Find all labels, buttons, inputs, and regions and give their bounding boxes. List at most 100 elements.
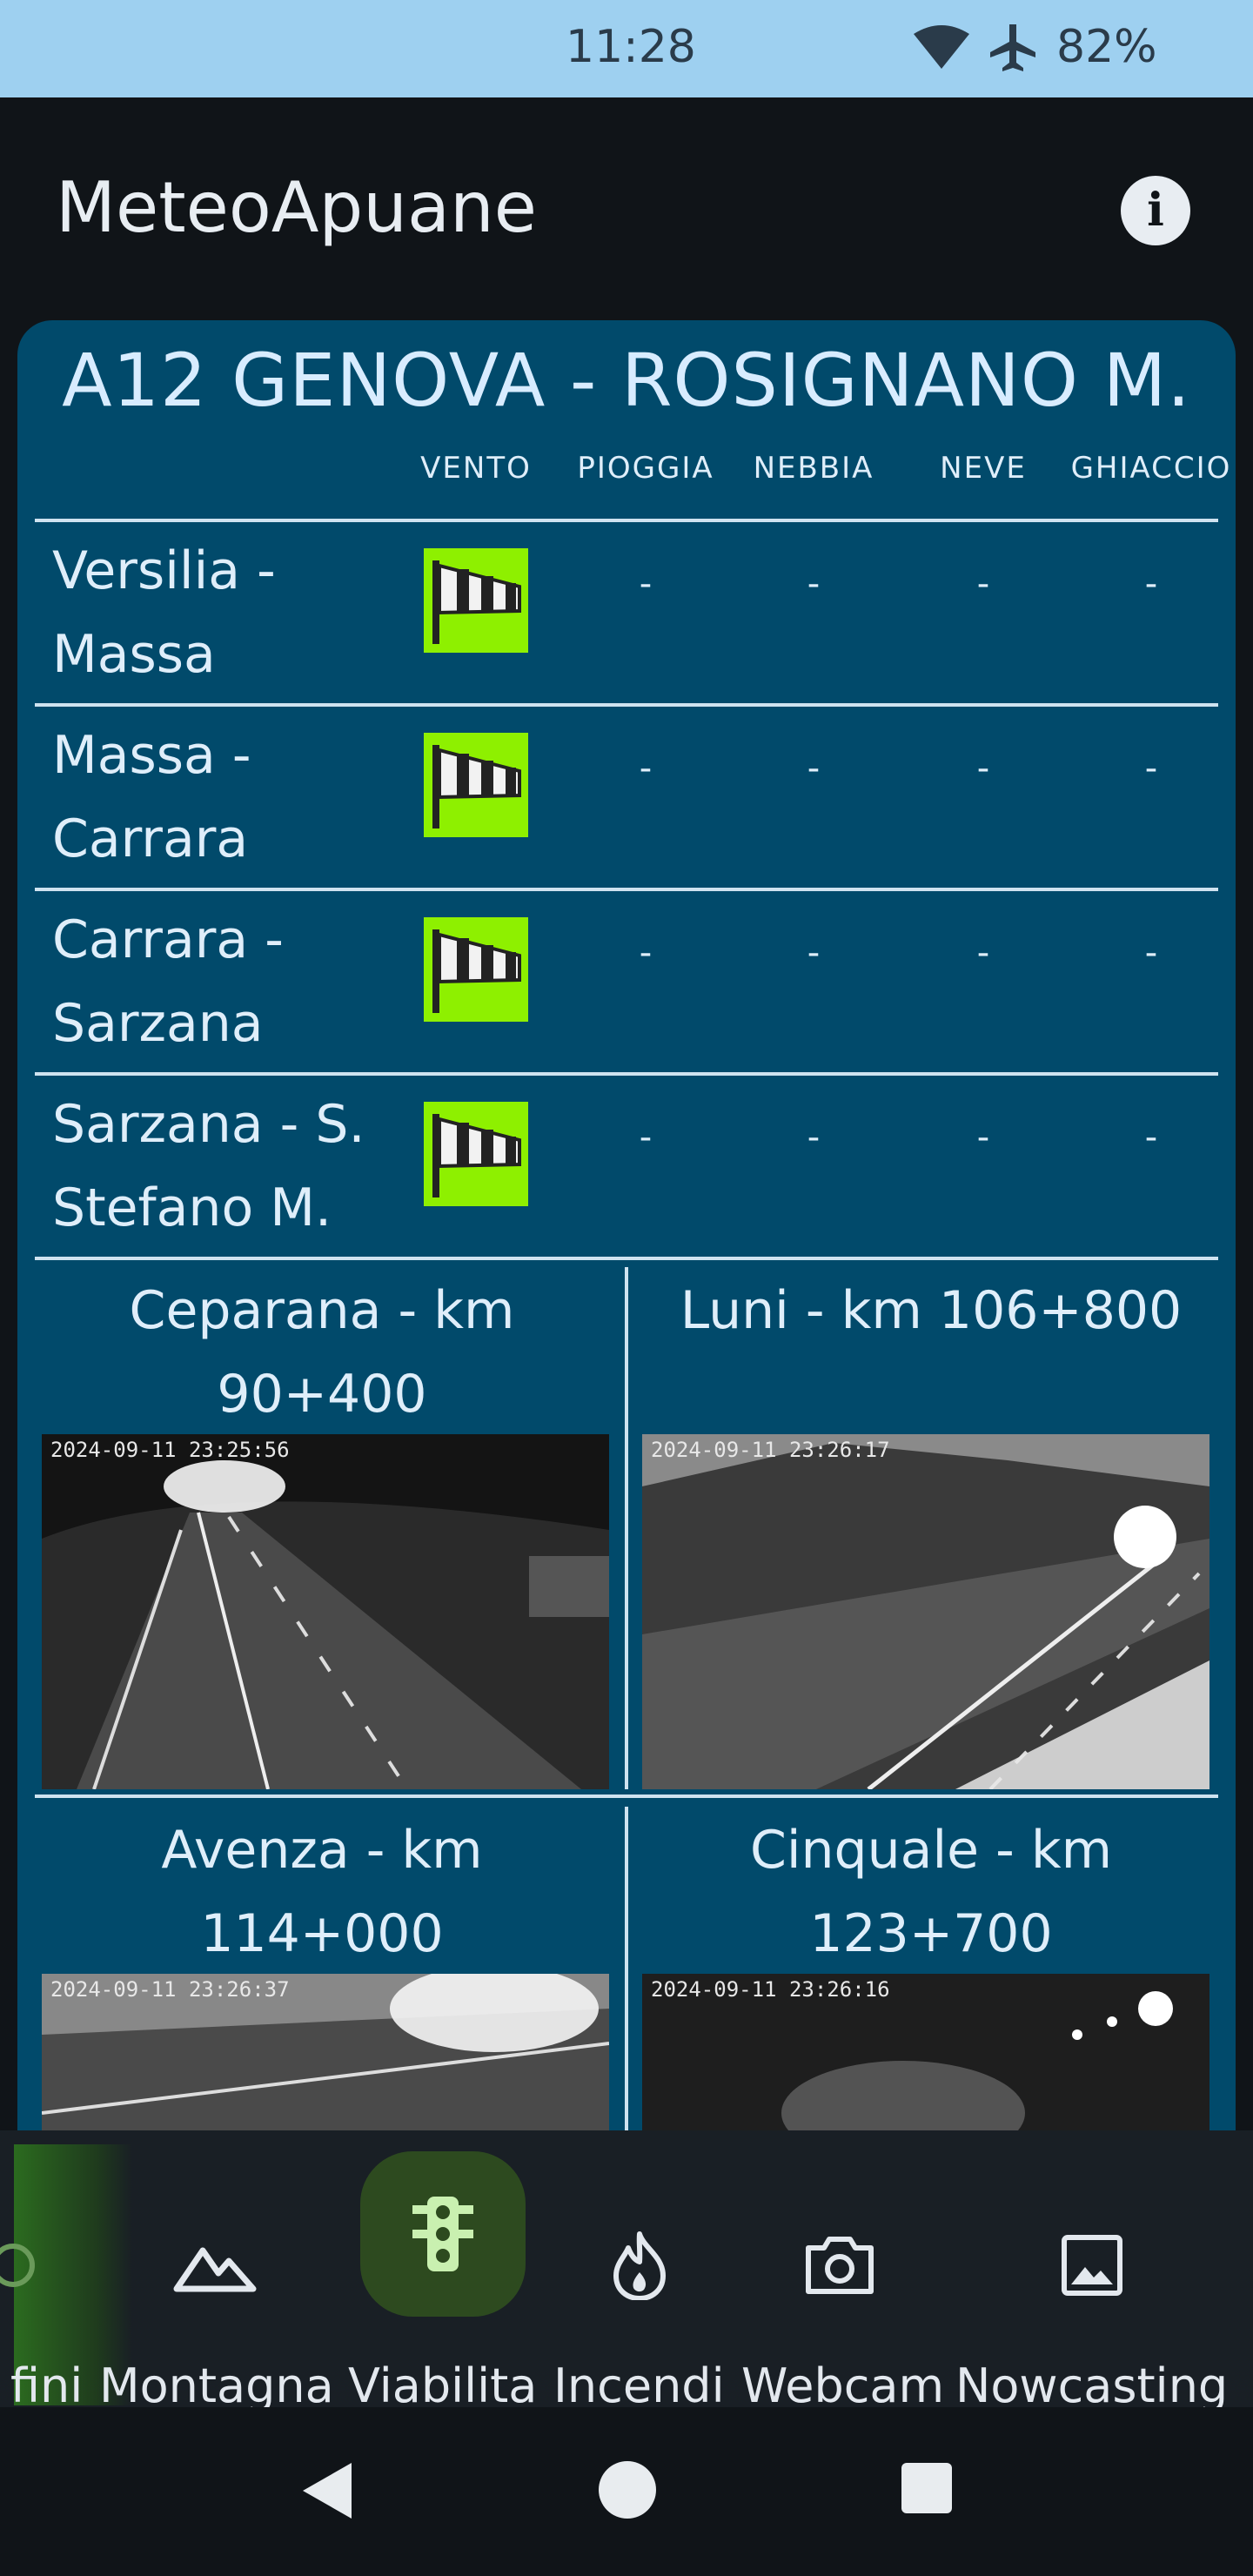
image-icon <box>1009 2183 1175 2348</box>
segment-name: Sarzana - S. Stefano M. <box>52 1083 400 1250</box>
status-bar: 11:28 82% <box>0 0 1253 97</box>
nav-label: fini <box>10 2358 84 2413</box>
nav-item-nowcasting[interactable]: Nowcasting <box>955 2130 1228 2413</box>
column-header-ghiaccio: GHIACCIO <box>1070 451 1232 486</box>
segment-name-line2: Massa <box>52 624 216 685</box>
pioggia-value: - <box>639 748 653 788</box>
neve-value: - <box>976 933 990 973</box>
nav-item-incendi[interactable]: Incendi <box>553 2130 725 2413</box>
table-row: Carrara - Sarzana - - - - <box>35 898 1236 1079</box>
pioggia-value: - <box>639 564 653 604</box>
webcam-label: Luni - km 106+800 <box>644 1269 1218 1352</box>
ghiaccio-value: - <box>1144 564 1158 604</box>
windsock-icon <box>424 733 528 837</box>
ghiaccio-value: - <box>1144 748 1158 788</box>
wifi-icon <box>914 25 969 69</box>
windsock-icon <box>424 917 528 1022</box>
segment-name-line1: Versilia - <box>52 540 276 601</box>
segment-name-line2: Sarzana <box>52 993 264 1054</box>
nav-label: Incendi <box>553 2358 725 2413</box>
webcam-label-line2: 123+700 <box>809 1903 1053 1964</box>
fire-icon <box>557 2183 722 2348</box>
webcam-label-line1: Cinquale - km <box>749 1820 1113 1881</box>
camera-icon <box>757 2183 922 2348</box>
nav-label: Viabilita <box>348 2358 538 2413</box>
nebbia-value: - <box>807 933 821 973</box>
grid-divider <box>625 1807 628 2130</box>
webcam-label-line1: Luni - km 106+800 <box>680 1280 1183 1341</box>
recents-icon[interactable] <box>900 2461 954 2515</box>
neve-value: - <box>976 748 990 788</box>
divider <box>35 1257 1218 1260</box>
traffic-light-icon <box>360 2151 526 2317</box>
divider <box>35 519 1218 522</box>
grid-divider <box>625 1267 628 1789</box>
info-glyph: i <box>1147 184 1164 237</box>
column-header-neve: NEVE <box>940 451 1027 486</box>
webcam-label: Ceparana - km 90+400 <box>35 1269 609 1436</box>
divider <box>35 703 1218 707</box>
divider <box>35 1072 1218 1076</box>
table-row: Versilia - Massa - - - - <box>35 529 1236 710</box>
back-icon[interactable] <box>296 2459 358 2522</box>
segment-name: Versilia - Massa <box>52 529 400 696</box>
nebbia-value: - <box>807 748 821 788</box>
nav-label: Nowcasting <box>955 2358 1229 2413</box>
webcam-image[interactable]: 2024-09-11 23:26:17 <box>642 1434 1209 1789</box>
neve-value: - <box>976 564 990 604</box>
segment-name-line1: Massa - <box>52 725 251 786</box>
nav-item-webcam[interactable]: Webcam <box>741 2130 944 2413</box>
webcam-label-line1: Ceparana - km <box>129 1280 515 1341</box>
webcam-label: Cinquale - km 123+700 <box>644 1808 1218 1976</box>
webcam-label-line1: Avenza - km 114+000 <box>161 1820 483 1964</box>
ghiaccio-value: - <box>1144 1117 1158 1157</box>
nav-item-montagna[interactable]: Montagna <box>99 2130 341 2413</box>
column-header-nebbia: NEBBIA <box>753 451 874 486</box>
airplane-mode-icon <box>990 24 1035 71</box>
segment-name-line1: Sarzana - S. <box>52 1094 365 1155</box>
battery-level: 82% <box>1056 21 1157 73</box>
nebbia-value: - <box>807 564 821 604</box>
column-header-pioggia: PIOGGIA <box>577 451 714 486</box>
webcam-timestamp: 2024-09-11 23:25:56 <box>50 1438 290 1462</box>
webcam-label: Avenza - km 114+000 <box>35 1808 609 1976</box>
nav-label: Montagna <box>99 2358 334 2413</box>
road-title: A12 GENOVA - ROSIGNANO M. <box>62 338 1191 423</box>
nav-item-viabilita[interactable]: Viabilita <box>348 2130 537 2413</box>
column-header-vento: VENTO <box>420 451 532 486</box>
segment-name: Carrara - Sarzana <box>52 898 400 1065</box>
table-row: Sarzana - S. Stefano M. - - - - <box>35 1083 1236 1264</box>
partial-icon <box>0 2183 96 2348</box>
status-time: 11:28 <box>566 21 696 73</box>
road-card: A12 GENOVA - ROSIGNANO M. VENTO PIOGGIA … <box>17 320 1236 2130</box>
pioggia-value: - <box>639 1117 653 1157</box>
webcam-image[interactable]: 2024-09-11 23:25:56 <box>42 1434 609 1789</box>
segment-name-line1: Carrara - <box>52 909 284 970</box>
table-row: Massa - Carrara - - - - <box>35 714 1236 895</box>
windsock-icon <box>424 1102 528 1206</box>
windsock-icon <box>424 548 528 653</box>
info-icon[interactable]: i <box>1121 176 1190 245</box>
segment-name-line2: Stefano M. <box>52 1177 332 1238</box>
divider <box>35 1794 1218 1798</box>
webcam-timestamp: 2024-09-11 23:26:17 <box>651 1438 890 1462</box>
webcam-timestamp: 2024-09-11 23:26:37 <box>50 1977 290 2002</box>
app-bar: MeteoApuane <box>0 97 1253 315</box>
segment-name-line2: Carrara <box>52 808 249 869</box>
segment-name: Massa - Carrara <box>52 714 400 881</box>
divider <box>35 888 1218 891</box>
webcam-image[interactable]: 2024-09-11 23:26:37 <box>42 1974 609 2130</box>
pioggia-value: - <box>639 933 653 973</box>
mountain-icon <box>132 2183 298 2348</box>
bottom-navigation: fini Montagna Viabilita Incendi Webcam N… <box>0 2130 1253 2413</box>
system-navigation <box>0 2407 1253 2576</box>
webcam-image[interactable]: 2024-09-11 23:26:16 <box>642 1974 1209 2130</box>
app-title: MeteoApuane <box>56 167 537 248</box>
nav-label: Webcam <box>741 2358 945 2413</box>
ghiaccio-value: - <box>1144 933 1158 973</box>
webcam-label-line2: 90+400 <box>217 1364 427 1425</box>
home-icon[interactable] <box>597 2459 658 2520</box>
neve-value: - <box>976 1117 990 1157</box>
webcam-timestamp: 2024-09-11 23:26:16 <box>651 1977 890 2002</box>
status-icons: 82% <box>914 21 1157 73</box>
